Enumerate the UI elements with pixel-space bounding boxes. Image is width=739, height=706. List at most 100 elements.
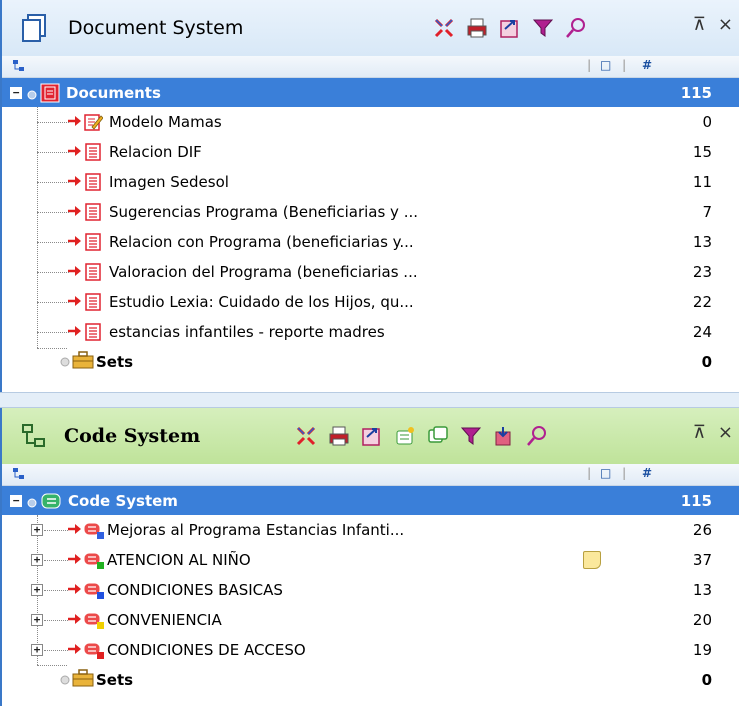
code-row[interactable]: + ATENCION AL NIÑO 37 xyxy=(2,545,739,575)
code-label: Mejoras al Programa Estancias Infanti... xyxy=(107,521,405,539)
document-label: Imagen Sedesol xyxy=(109,173,229,191)
code-tag-icon xyxy=(83,520,105,540)
document-row[interactable]: Valoracion del Programa (beneficiarias .… xyxy=(2,257,739,287)
sets-label: Sets xyxy=(96,353,134,371)
document-row[interactable]: Estudio Lexia: Cuidado de los Hijos, qu.… xyxy=(2,287,739,317)
link-arrow-icon xyxy=(68,113,82,131)
tree-structure-icon xyxy=(12,59,26,76)
code-label: CONDICIONES DE ACCESO xyxy=(107,641,306,659)
documents-root-label: Documents xyxy=(66,83,161,102)
code-row[interactable]: + CONDICIONES BASICAS 13 xyxy=(2,575,739,605)
documents-root-row[interactable]: − Documents 115 xyxy=(2,78,739,107)
document-count: 7 xyxy=(702,203,712,221)
link-arrow-icon xyxy=(68,551,82,569)
document-tree: − Documents 115 Modelo Mamas 0 Relacion DI… xyxy=(2,78,739,377)
text-doc-edit-icon xyxy=(83,112,104,132)
document-sets-row[interactable]: Sets 0 xyxy=(2,347,739,377)
close-icon[interactable]: × xyxy=(718,14,733,35)
collapse-toggle[interactable]: − xyxy=(10,86,22,99)
code-tag-icon xyxy=(83,640,105,660)
panel-splitter[interactable] xyxy=(0,392,739,408)
import-icon[interactable] xyxy=(492,424,516,448)
link-arrow-icon xyxy=(68,641,82,659)
code-label: ATENCION AL NIÑO xyxy=(107,551,251,569)
panel-title: Code System xyxy=(64,425,201,447)
code-system-titlebar: Code System ⊼ × xyxy=(2,408,739,464)
new-code-icon[interactable] xyxy=(393,424,417,448)
code-system-root-icon xyxy=(40,491,62,511)
document-row[interactable]: Sugerencias Programa (Beneficiarias y ..… xyxy=(2,197,739,227)
document-count: 11 xyxy=(692,173,712,191)
print-icon[interactable] xyxy=(465,16,489,40)
document-system-titlebar: Document System ⊼ × xyxy=(2,0,739,56)
document-count: 0 xyxy=(702,113,712,131)
print-icon[interactable] xyxy=(327,424,351,448)
document-label: Relacion DIF xyxy=(109,143,202,161)
collapse-all-icon[interactable] xyxy=(432,16,456,40)
code-toolbar xyxy=(294,424,549,448)
document-row[interactable]: estancias infantiles - reporte madres 24 xyxy=(2,317,739,347)
search-icon[interactable] xyxy=(564,16,588,40)
code-label: CONVENIENCIA xyxy=(107,611,222,629)
sets-dot-icon xyxy=(60,671,70,689)
code-sets-row[interactable]: Sets 0 xyxy=(2,665,739,695)
sets-briefcase-icon xyxy=(72,350,94,374)
code-row[interactable]: + Mejoras al Programa Estancias Infanti..… xyxy=(2,515,739,545)
expand-toggle[interactable]: + xyxy=(31,614,43,626)
expand-toggle[interactable]: + xyxy=(31,554,43,566)
memo-note-icon[interactable] xyxy=(583,551,601,569)
expand-toggle[interactable]: + xyxy=(31,524,43,536)
sets-briefcase-icon xyxy=(72,668,94,692)
close-icon[interactable]: × xyxy=(718,422,733,443)
code-sets-icon[interactable] xyxy=(426,424,450,448)
code-count: 20 xyxy=(692,611,712,629)
link-arrow-icon xyxy=(68,203,82,221)
search-icon[interactable] xyxy=(525,424,549,448)
link-arrow-icon xyxy=(68,581,82,599)
memo-column-header[interactable]: □ xyxy=(600,466,611,480)
document-count: 22 xyxy=(692,293,712,311)
export-icon[interactable] xyxy=(360,424,384,448)
filter-icon[interactable] xyxy=(459,424,483,448)
text-doc-icon xyxy=(83,232,103,252)
collapse-toggle[interactable]: − xyxy=(10,494,22,507)
code-system-root-row[interactable]: − Code System 115 xyxy=(2,486,739,515)
count-column-header[interactable]: # xyxy=(642,466,652,480)
documents-root-count: 115 xyxy=(680,83,712,102)
document-window-icon xyxy=(16,8,52,48)
document-row[interactable]: Relacion DIF 15 xyxy=(2,137,739,167)
text-doc-icon xyxy=(83,292,103,312)
code-row[interactable]: + CONVENIENCIA 20 xyxy=(2,605,739,635)
code-system-window-icon xyxy=(16,416,52,456)
expand-toggle[interactable]: + xyxy=(31,644,43,656)
code-count: 19 xyxy=(692,641,712,659)
document-label: Sugerencias Programa (Beneficiarias y ..… xyxy=(109,203,419,221)
expand-toggle[interactable]: + xyxy=(31,584,43,596)
memo-column-header[interactable]: □ xyxy=(600,58,611,72)
code-system-root-label: Code System xyxy=(68,491,178,510)
document-row[interactable]: Imagen Sedesol 11 xyxy=(2,167,739,197)
sets-count: 0 xyxy=(701,671,712,689)
code-system-panel: Code System ⊼ × | □ | # − Code System 11… xyxy=(0,408,739,706)
pin-icon[interactable]: ⊼ xyxy=(693,14,706,35)
pin-icon[interactable]: ⊼ xyxy=(693,422,706,443)
count-column-header[interactable]: # xyxy=(642,58,652,72)
link-arrow-icon xyxy=(68,521,82,539)
panel-title: Document System xyxy=(68,17,244,39)
document-row[interactable]: Relacion con Programa (beneficiarias y..… xyxy=(2,227,739,257)
document-label: Estudio Lexia: Cuidado de los Hijos, qu.… xyxy=(109,293,414,311)
export-icon[interactable] xyxy=(498,16,522,40)
text-doc-icon xyxy=(83,262,103,282)
root-dot-icon xyxy=(26,87,38,99)
document-toolbar xyxy=(432,16,588,40)
code-count: 13 xyxy=(692,581,712,599)
collapse-all-icon[interactable] xyxy=(294,424,318,448)
document-count: 23 xyxy=(692,263,712,281)
link-arrow-icon xyxy=(68,293,82,311)
filter-icon[interactable] xyxy=(531,16,555,40)
text-doc-icon xyxy=(83,322,103,342)
documents-folder-icon xyxy=(40,83,60,103)
document-row[interactable]: Modelo Mamas 0 xyxy=(2,107,739,137)
code-row[interactable]: + CONDICIONES DE ACCESO 19 xyxy=(2,635,739,665)
sets-dot-icon xyxy=(60,353,70,371)
